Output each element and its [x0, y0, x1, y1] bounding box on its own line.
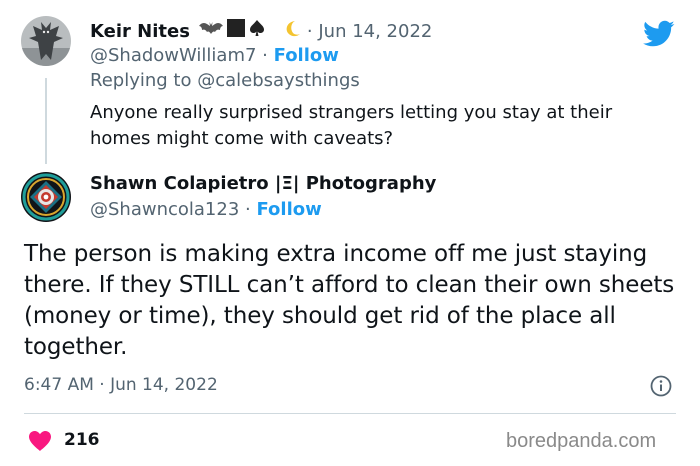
main-handle-row: @Shawncola123 · Follow — [90, 198, 322, 222]
parent-date[interactable]: · Jun 14, 2022 — [307, 20, 432, 44]
like-count[interactable]: 216 — [64, 429, 100, 451]
parent-tweet-text: Anyone really surprised strangers lettin… — [90, 102, 613, 149]
main-tweet-text: The person is making extra income off me… — [24, 241, 675, 360]
parent-handle-row: @ShadowWilliam7 · Follow — [90, 44, 339, 68]
main-display-name[interactable]: Shawn Colapietro |Ξ| Photography — [90, 172, 436, 196]
crescent-moon-icon — [283, 19, 301, 44]
avatar-shawn-colapietro[interactable] — [21, 172, 71, 222]
follow-button-main[interactable]: Follow — [256, 199, 321, 220]
thread-connector — [45, 78, 47, 164]
bat-icon — [198, 20, 224, 44]
follow-button-parent[interactable]: Follow — [274, 45, 339, 66]
action-divider — [24, 413, 676, 414]
separator-dot: · — [256, 45, 274, 66]
replying-prefix: Replying to — [90, 70, 198, 91]
spade-icon — [248, 19, 266, 44]
main-name-row: Shawn Colapietro |Ξ| Photography — [90, 172, 436, 196]
parent-name-emojis — [198, 19, 301, 44]
parent-handle[interactable]: @ShadowWilliam7 — [90, 45, 256, 66]
parent-name-row: Keir Nites · Jun 14, 2022 — [90, 19, 432, 44]
separator-dot: · — [239, 199, 257, 220]
tweet-timestamp[interactable]: 6:47 AM · Jun 14, 2022 — [24, 373, 218, 397]
replying-to-mention[interactable]: @calebsaysthings — [197, 70, 360, 91]
avatar-keir-nites[interactable] — [21, 16, 71, 66]
info-circle-icon[interactable] — [650, 375, 672, 397]
black-square-icon — [226, 19, 245, 44]
source-watermark: boredpanda.com — [506, 430, 657, 452]
main-handle[interactable]: @Shawncola123 — [90, 199, 239, 220]
replying-to-line: Replying to @calebsaysthings — [90, 69, 360, 93]
twitter-bird-icon — [643, 20, 675, 48]
heart-icon[interactable] — [28, 430, 52, 452]
parent-display-name[interactable]: Keir Nites — [90, 20, 190, 44]
